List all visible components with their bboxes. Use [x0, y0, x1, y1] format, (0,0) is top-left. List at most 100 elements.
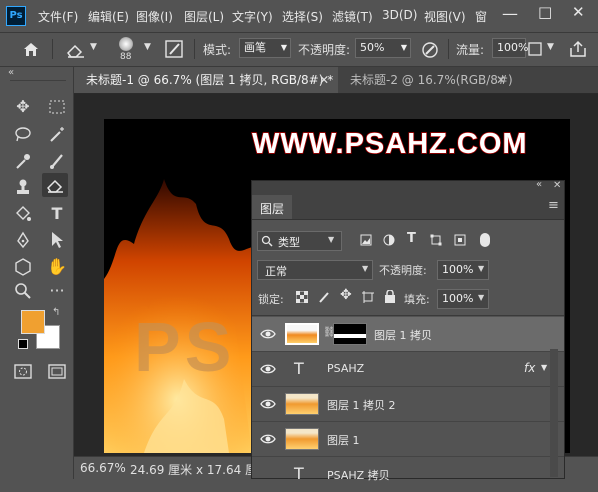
lock-transparency-icon[interactable]: [296, 291, 308, 303]
layer-row[interactable]: ⛓ 图层 1 拷贝: [252, 317, 564, 352]
brush-preview-icon[interactable]: [119, 37, 133, 51]
menu-image[interactable]: 图像(I): [136, 8, 173, 25]
airbrush-icon[interactable]: [528, 42, 542, 56]
visibility-eye-icon[interactable]: [260, 361, 276, 377]
opacity-input[interactable]: 50% ▼: [355, 38, 411, 58]
opacity-value: 50%: [360, 41, 385, 54]
menu-edit[interactable]: 编辑(E): [88, 8, 129, 25]
layers-scrollbar[interactable]: [550, 349, 558, 477]
shape-tool-icon[interactable]: [10, 255, 36, 279]
menu-select[interactable]: 选择(S): [282, 8, 323, 25]
tab-layers[interactable]: 图层: [252, 195, 292, 219]
flow-label: 流量:: [456, 43, 485, 57]
layer-thumbnail[interactable]: [285, 323, 319, 345]
panel-menu-icon[interactable]: ≡: [548, 198, 559, 213]
pressure-opacity-icon[interactable]: [420, 40, 440, 60]
menu-filter[interactable]: 滤镜(T): [332, 8, 373, 25]
minimize-icon[interactable]: —: [502, 4, 518, 23]
default-colors-icon[interactable]: [18, 339, 28, 349]
visibility-eye-icon[interactable]: [260, 431, 276, 447]
lock-pixels-icon[interactable]: [318, 291, 330, 303]
brush-chevron-icon[interactable]: ▼: [144, 42, 151, 52]
chevron-down-icon[interactable]: ▼: [541, 363, 547, 372]
eyedropper-tool-icon[interactable]: [10, 149, 36, 173]
close-tab-icon[interactable]: ✕: [496, 67, 506, 93]
visibility-eye-icon[interactable]: [260, 326, 276, 342]
quick-mask-icon[interactable]: [10, 360, 36, 384]
move-tool-icon[interactable]: ✥: [10, 95, 36, 119]
maximize-icon[interactable]: □: [538, 3, 552, 21]
magic-wand-tool-icon[interactable]: [44, 122, 70, 146]
filter-shape-icon[interactable]: [430, 234, 442, 246]
swap-colors-icon[interactable]: ↰: [52, 307, 60, 318]
lasso-tool-icon[interactable]: [10, 122, 36, 146]
tab-label: 未标题-1 @ 66.7% (图层 1 拷贝, RGB/8#) *: [86, 73, 334, 87]
menu-3d[interactable]: 3D(D): [382, 8, 417, 22]
share-icon[interactable]: [568, 39, 588, 59]
filter-type-icon[interactable]: T: [407, 231, 416, 246]
menu-file[interactable]: 文件(F): [38, 8, 78, 25]
close-tab-icon[interactable]: ✕: [319, 67, 329, 93]
chevron-down-icon[interactable]: ▼: [90, 42, 97, 52]
tab-document-2[interactable]: 未标题-2 @ 16.7%(RGB/8#) ✕: [338, 67, 518, 93]
lock-all-icon[interactable]: [384, 290, 396, 303]
stamp-tool-icon[interactable]: [10, 175, 36, 199]
type-tool-icon[interactable]: T: [44, 202, 70, 226]
layer-name[interactable]: PSAHZ 拷贝: [327, 467, 390, 483]
tab-document-1[interactable]: 未标题-1 @ 66.7% (图层 1 拷贝, RGB/8#) * ✕: [74, 67, 338, 93]
menu-bar: Ps 文件(F) 编辑(E) 图像(I) 图层(L) 文字(Y) 选择(S) 滤…: [0, 0, 598, 33]
layer-opacity-input[interactable]: 100% ▼: [437, 260, 489, 280]
layer-name[interactable]: 图层 1 拷贝 2: [327, 397, 396, 413]
layer-thumbnail[interactable]: [285, 428, 319, 450]
fill-input[interactable]: 100% ▼: [437, 289, 489, 309]
layer-filter-select[interactable]: 类型 ▼: [257, 231, 342, 251]
eraser-tool-icon[interactable]: [42, 173, 68, 197]
menu-view[interactable]: 视图(V): [424, 8, 466, 25]
marquee-tool-icon[interactable]: [44, 95, 70, 119]
layer-row[interactable]: T PSAHZ fx ▼: [252, 352, 564, 387]
menu-type[interactable]: 文字(Y): [232, 8, 273, 25]
screen-mode-icon[interactable]: [44, 360, 70, 384]
home-icon[interactable]: [22, 41, 40, 57]
brush-tool-icon[interactable]: [44, 149, 70, 173]
filter-smart-object-icon[interactable]: [454, 233, 466, 246]
layer-effects-icon[interactable]: fx: [524, 361, 535, 375]
layer-mask-thumbnail[interactable]: [333, 323, 367, 345]
layer-row[interactable]: 图层 1: [252, 422, 564, 457]
hand-tool-icon[interactable]: ✋: [44, 255, 70, 279]
close-icon[interactable]: ✕: [572, 3, 585, 21]
path-selection-tool-icon[interactable]: [44, 228, 70, 252]
zoom-tool-icon[interactable]: [10, 279, 36, 303]
layer-name[interactable]: 图层 1 拷贝: [374, 327, 432, 343]
layer-name[interactable]: 图层 1: [327, 432, 360, 448]
brush-settings-icon[interactable]: [165, 40, 183, 58]
eraser-tool-icon[interactable]: [66, 42, 86, 58]
flow-input[interactable]: 100%: [492, 38, 528, 58]
menu-window[interactable]: 窗: [475, 8, 487, 25]
layer-row[interactable]: 图层 1 拷贝 2: [252, 387, 564, 422]
visibility-eye-icon[interactable]: [260, 396, 276, 412]
collapse-panel-icon[interactable]: «: [8, 67, 14, 78]
chevron-down-icon: ▼: [478, 293, 485, 302]
foreground-color-swatch-top[interactable]: [21, 310, 45, 334]
filter-adjustment-icon[interactable]: [383, 234, 395, 246]
collapse-panel-icon[interactable]: «: [536, 179, 542, 190]
chevron-down-icon[interactable]: ▼: [547, 42, 554, 52]
photoshop-logo[interactable]: Ps: [6, 6, 26, 26]
zoom-level[interactable]: 66.67%: [80, 461, 126, 475]
layer-thumbnail[interactable]: [285, 393, 319, 415]
filter-pixel-icon[interactable]: [360, 234, 372, 246]
layer-row[interactable]: T PSAHZ 拷贝: [252, 457, 564, 492]
lock-position-icon[interactable]: ✥: [340, 287, 352, 303]
paint-bucket-tool-icon[interactable]: [10, 202, 36, 226]
filter-toggle-icon[interactable]: [480, 233, 490, 247]
menu-layer[interactable]: 图层(L): [184, 8, 224, 25]
lock-artboard-icon[interactable]: [362, 291, 374, 303]
mode-select[interactable]: 画笔 ▼: [239, 38, 291, 58]
more-tools-icon[interactable]: ···: [44, 279, 70, 303]
close-panel-icon[interactable]: ✕: [553, 180, 561, 191]
layer-name[interactable]: PSAHZ: [327, 362, 364, 375]
pen-tool-icon[interactable]: [10, 228, 36, 252]
blend-mode-select[interactable]: 正常 ▼: [257, 260, 373, 280]
chevron-down-icon: ▼: [400, 43, 407, 52]
